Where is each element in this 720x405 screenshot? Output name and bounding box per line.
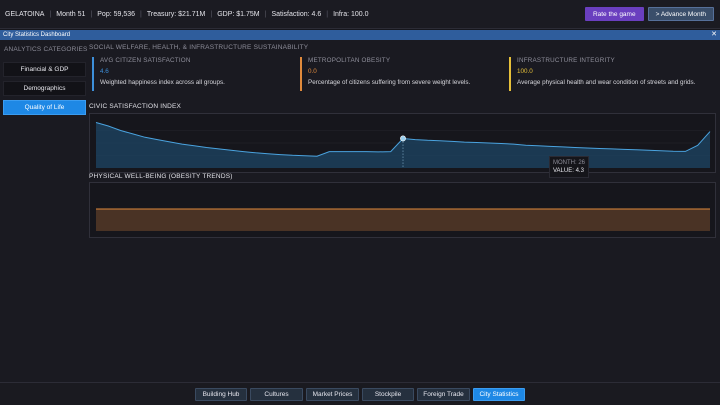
obesity-chart-title: PHYSICAL WELL-BEING (OBESITY TRENDS) — [89, 173, 233, 180]
tab-foreign-trade[interactable]: Foreign Trade — [417, 388, 470, 401]
treasury-stat: Treasury: $21.71M — [146, 10, 206, 18]
tab-label: Stockpile — [374, 391, 402, 398]
month-counter: Month 51 — [56, 10, 86, 18]
divider: | — [90, 10, 93, 18]
infra-stat: Infra: 100.0 — [333, 10, 369, 18]
city-name: GELATOINA — [5, 10, 45, 18]
tab-label: City Statistics — [479, 391, 519, 398]
kpi-value: 4.6 — [100, 68, 109, 75]
tab-label: Cultures — [264, 391, 289, 398]
sidebar-item-demographics[interactable]: Demographics — [3, 81, 86, 96]
obesity-chart-container — [89, 182, 716, 238]
bottom-navigation: Building Hub Cultures Market Prices Stoc… — [0, 382, 720, 405]
kpi-label: INFRASTRUCTURE INTEGRITY — [517, 57, 615, 64]
sidebar-header: ANALYTICS CATEGORIES — [4, 46, 88, 53]
window-title: City Statistics Dashboard — [3, 32, 71, 38]
chart-tooltip: MONTH: 26 VALUE: 4.3 — [549, 156, 590, 178]
main-content: SOCIAL WELFARE, HEALTH, & INFRASTRUCTURE… — [89, 40, 720, 382]
tab-label: Building Hub — [202, 391, 240, 398]
obesity-chart[interactable] — [90, 183, 715, 237]
kpi-row: AVG CITIZEN SATISFACTION 4.6 Weighted ha… — [89, 57, 719, 97]
kpi-value: 0.0 — [308, 68, 317, 75]
satisfaction-chart-title: CIVIC SATISFACTION INDEX — [89, 103, 182, 110]
analytics-sidebar: ANALYTICS CATEGORIES Financial & GDP Dem… — [0, 40, 88, 382]
section-title: SOCIAL WELFARE, HEALTH, & INFRASTRUCTURE… — [89, 44, 309, 51]
tab-stockpile[interactable]: Stockpile — [362, 388, 414, 401]
close-icon[interactable]: ✕ — [711, 30, 717, 40]
divider: | — [264, 10, 267, 18]
advance-month-button[interactable]: > Advance Month — [647, 7, 714, 21]
kpi-description: Percentage of citizens suffering from se… — [308, 79, 471, 86]
tab-label: Market Prices — [312, 391, 353, 398]
tab-building-hub[interactable]: Building Hub — [195, 388, 247, 401]
kpi-value: 100.0 — [517, 68, 533, 75]
gdp-stat: GDP: $1.75M — [217, 10, 260, 18]
kpi-satisfaction: AVG CITIZEN SATISFACTION 4.6 Weighted ha… — [92, 57, 292, 91]
city-statistics-window: City Statistics Dashboard ✕ ANALYTICS CA… — [0, 30, 720, 382]
tooltip-month: MONTH: 26 — [553, 160, 586, 166]
obesity-area — [96, 209, 710, 231]
kpi-description: Weighted happiness index across all grou… — [100, 79, 225, 86]
divider: | — [140, 10, 142, 18]
divider: | — [326, 10, 329, 18]
kpi-infrastructure: INFRASTRUCTURE INTEGRITY 100.0 Average p… — [509, 57, 717, 91]
tab-cultures[interactable]: Cultures — [250, 388, 303, 401]
sidebar-item-label: Demographics — [23, 85, 66, 92]
sidebar-item-label: Quality of Life — [24, 104, 65, 111]
divider: | — [49, 10, 52, 18]
satisfaction-stat: Satisfaction: 4.6 — [271, 10, 322, 18]
sidebar-item-quality-of-life[interactable]: Quality of Life — [3, 100, 86, 115]
tab-city-statistics[interactable]: City Statistics — [473, 388, 525, 401]
satisfaction-chart[interactable] — [90, 114, 715, 172]
rate-game-button[interactable]: Rate the game — [584, 7, 644, 21]
kpi-label: AVG CITIZEN SATISFACTION — [100, 57, 191, 64]
population-stat: Pop: 59,536 — [97, 10, 136, 18]
sidebar-item-financial[interactable]: Financial & GDP — [3, 62, 86, 77]
tooltip-value: VALUE: 4.3 — [553, 168, 584, 174]
kpi-label: METROPOLITAN OBESITY — [308, 57, 391, 64]
kpi-obesity: METROPOLITAN OBESITY 0.0 Percentage of c… — [300, 57, 500, 91]
tab-market-prices[interactable]: Market Prices — [306, 388, 359, 401]
divider: | — [210, 10, 213, 18]
kpi-description: Average physical health and wear conditi… — [517, 79, 696, 86]
highlight-point — [400, 135, 406, 142]
sidebar-item-label: Financial & GDP — [20, 66, 69, 73]
satisfaction-chart-container: MONTH: 26 VALUE: 4.3 — [89, 113, 716, 178]
tab-label: Foreign Trade — [423, 391, 464, 398]
top-status-bar: GELATOINA | Month 51 | Pop: 59,536 | Tre… — [0, 0, 720, 29]
window-titlebar[interactable]: City Statistics Dashboard ✕ — [0, 30, 720, 40]
